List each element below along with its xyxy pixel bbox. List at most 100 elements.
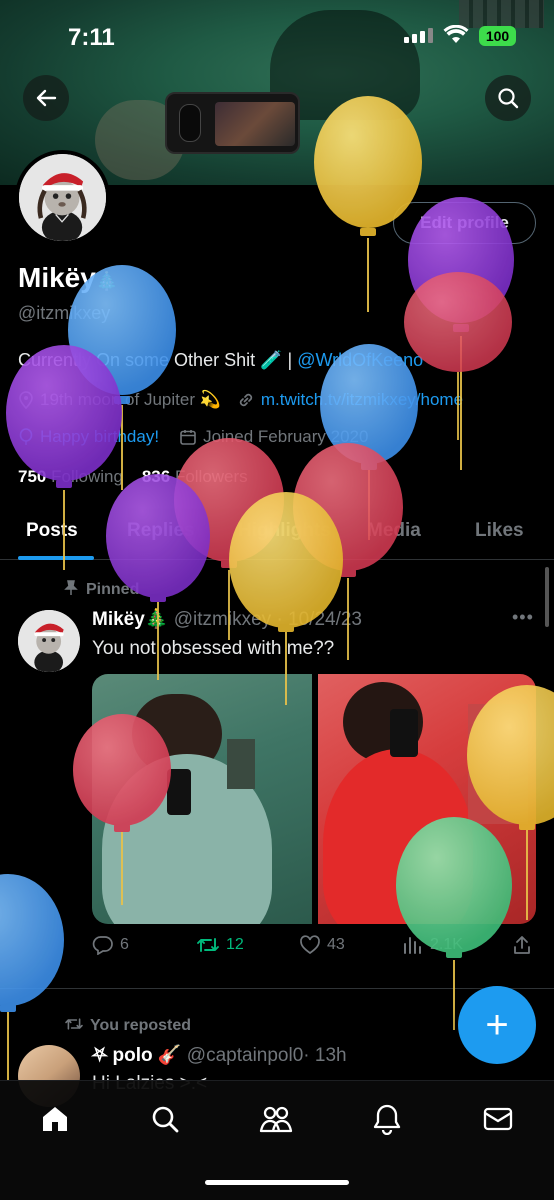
followers-count: 836: [141, 467, 171, 486]
photo-wall: [468, 704, 528, 824]
active-tab-indicator: [18, 556, 94, 560]
tab-posts[interactable]: Posts: [26, 520, 78, 542]
phone-lens: [179, 104, 201, 142]
messages-icon: [483, 1107, 513, 1131]
cat-santa-avatar-image: [19, 154, 106, 241]
repost-icon: [65, 1018, 83, 1030]
pin-icon: [64, 580, 78, 595]
nav-messages[interactable]: [478, 1101, 518, 1137]
views-button[interactable]: 2.1K: [402, 935, 463, 955]
tweet-media-image-1[interactable]: [92, 674, 312, 924]
battery-indicator: 100: [479, 26, 516, 46]
followers-link[interactable]: 836 Followers: [142, 467, 248, 486]
share-icon: [514, 936, 530, 954]
photo-wall-frame: [227, 739, 255, 789]
repost-count: 12: [226, 936, 244, 953]
bio-text: Currently On some Other Shit 🧪 |: [18, 350, 298, 370]
bio-mention-link[interactable]: @WrldOfKeeno: [297, 350, 423, 370]
tweet-header: Mikëy🎄 @itzmikxey · 10/24/23: [92, 607, 362, 631]
tab-highlights[interactable]: Highlights: [238, 520, 331, 542]
tab-media[interactable]: Media: [367, 520, 421, 542]
home-icon: [43, 1107, 67, 1131]
compose-post-button[interactable]: +: [458, 986, 536, 1064]
heart-icon: [300, 935, 320, 955]
profile-meta-birthday-joined: Happy birthday! Joined February 2020: [18, 427, 368, 447]
edit-profile-button[interactable]: Edit profile: [393, 202, 536, 244]
wifi-icon: [443, 25, 469, 43]
status-time: 7:11: [68, 24, 115, 51]
balloon-icon: [19, 428, 33, 445]
follow-counts: 750 Following 836 Followers: [18, 467, 248, 487]
profile-bio: Currently On some Other Shit 🧪 | @WrldOf…: [18, 350, 423, 371]
tweet-divider: [0, 988, 554, 989]
following-link[interactable]: 750 Following: [18, 467, 123, 486]
profile-tabs: Posts Replies Highlights Media Likes: [0, 510, 554, 560]
share-button[interactable]: [512, 935, 532, 955]
cellular-signal-icon: [404, 28, 433, 43]
balloon-blue: [68, 265, 176, 490]
tweet-author-name[interactable]: Mikëy🎄: [92, 609, 168, 630]
tweet-media-image-2[interactable]: [318, 674, 536, 924]
profile-meta-location-website: 19th moon of Jupiter 💫 m.twitch.tv/itzmi…: [18, 390, 463, 410]
reply-count: 6: [120, 936, 129, 953]
repost-icon: [197, 938, 219, 952]
repost-label-text: You reposted: [90, 1017, 192, 1034]
tweet-time: · 13h: [303, 1045, 347, 1066]
reply-button[interactable]: 6: [92, 935, 129, 955]
location-pin-icon: [19, 391, 33, 409]
photo-phone: [390, 709, 418, 757]
profile-handle: @itzmikxey: [18, 303, 111, 323]
christmas-tree-emoji: 🎄: [95, 271, 119, 291]
following-label: Following: [51, 467, 123, 486]
communities-icon: [259, 1106, 293, 1133]
tweet-header: ⛧ polo 🎸 @captainpol0· 13h: [92, 1043, 347, 1067]
birthday-text: Happy birthday!: [40, 427, 160, 446]
tweet-author-avatar[interactable]: [18, 610, 80, 672]
nav-home[interactable]: [35, 1101, 75, 1137]
nav-search[interactable]: [145, 1101, 185, 1137]
repost-indicator: You reposted: [64, 1016, 191, 1035]
tweet-author-name[interactable]: ⛧ polo 🎸: [92, 1045, 182, 1066]
home-indicator: [205, 1180, 349, 1185]
reply-icon: [92, 936, 113, 955]
more-options-icon[interactable]: •••: [512, 607, 534, 628]
pinned-label-text: Pinned: [86, 581, 140, 598]
calendar-icon: [180, 430, 196, 445]
tweet-date: · 10/24/23: [276, 609, 363, 630]
repost-button[interactable]: 12: [196, 935, 244, 955]
tweet-text: You not obsessed with me??: [92, 638, 335, 659]
views-chart-icon: [404, 937, 421, 954]
tab-likes[interactable]: Likes: [475, 520, 524, 542]
phone-screen: [215, 102, 295, 146]
arrow-left-icon: [36, 89, 57, 107]
website-link[interactable]: m.twitch.tv/itzmikxey/home: [261, 390, 463, 410]
like-count: 43: [327, 936, 345, 953]
tab-replies[interactable]: Replies: [127, 520, 195, 542]
joined-date-text: Joined February 2020: [203, 427, 369, 446]
like-button[interactable]: 43: [299, 935, 345, 955]
back-button[interactable]: [23, 75, 69, 121]
search-icon: [498, 88, 519, 109]
followers-label: Followers: [174, 467, 248, 486]
nav-notifications[interactable]: [367, 1101, 407, 1137]
profile-avatar[interactable]: [15, 150, 110, 245]
display-name-text: Mikëy: [18, 262, 96, 293]
search-button[interactable]: [485, 75, 531, 121]
cat-santa-avatar-image: [18, 610, 80, 672]
link-icon: [239, 393, 253, 407]
tweet-author-handle: @itzmikxey: [173, 609, 272, 630]
following-count: 750: [18, 467, 47, 486]
banner-poster: [459, 0, 544, 28]
tweet-actions: 6 12 43 2.1K: [92, 935, 536, 961]
photo-phone: [167, 769, 191, 815]
tweet-author-handle: @captainpol0: [186, 1045, 304, 1066]
photo-person-hoodie: [323, 749, 473, 924]
banner-phone: [165, 92, 300, 154]
notifications-icon: [373, 1104, 401, 1135]
nav-communities[interactable]: [256, 1101, 296, 1137]
profile-display-name: Mikëy🎄: [18, 262, 118, 294]
pinned-indicator: Pinned: [64, 580, 139, 599]
scrollbar[interactable]: [545, 567, 549, 627]
search-icon: [152, 1106, 179, 1133]
location-text: 19th moon of Jupiter 💫: [40, 390, 221, 409]
